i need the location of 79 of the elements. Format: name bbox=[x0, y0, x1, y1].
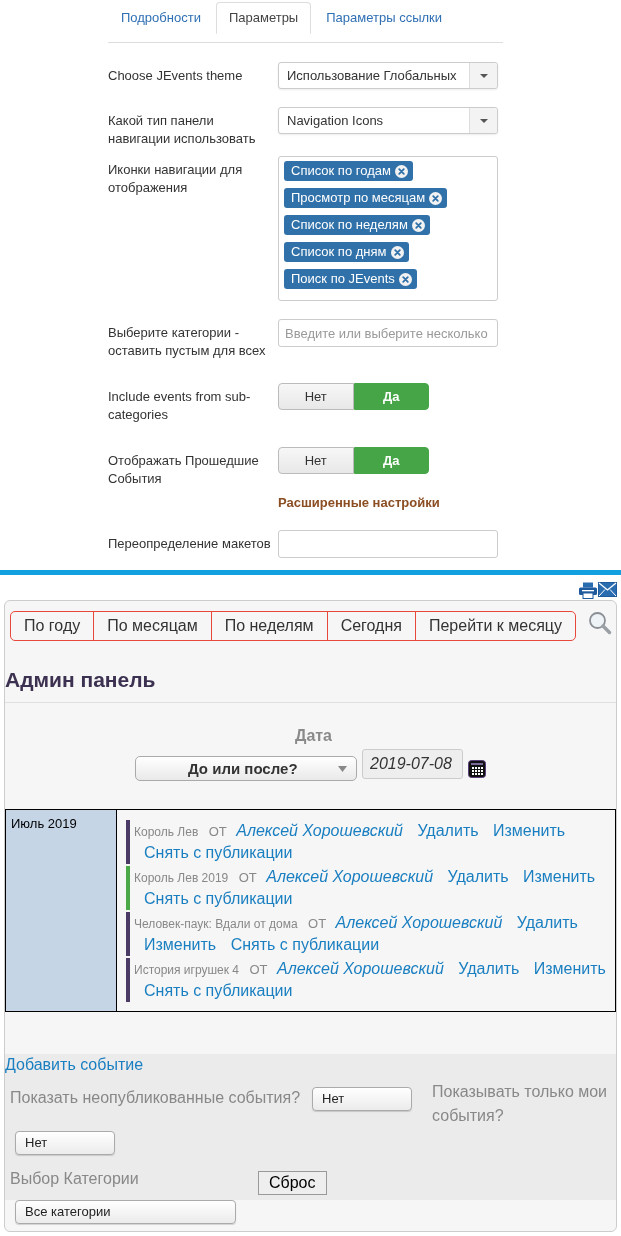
remove-icon[interactable] bbox=[398, 272, 412, 286]
tag-chip[interactable]: Просмотр по месяцам bbox=[284, 188, 448, 208]
filter-label: Выбор Категории bbox=[10, 1169, 140, 1189]
unpublish-link[interactable]: Снять с публикации bbox=[144, 844, 293, 861]
tab[interactable]: Параметры ссылки bbox=[313, 2, 455, 34]
event-title-link[interactable]: Король Лев 2019 bbox=[134, 871, 229, 885]
reset-button[interactable]: Сброс bbox=[258, 1171, 327, 1195]
date-input-field[interactable]: 2019-07-08 bbox=[362, 749, 463, 779]
remove-icon[interactable] bbox=[394, 164, 408, 178]
unpublish-link[interactable]: Снять с публикации bbox=[144, 890, 293, 907]
tag-chip[interactable]: Поиск по JEvents bbox=[284, 269, 417, 289]
delete-link[interactable]: Удалить bbox=[447, 868, 509, 885]
remove-icon[interactable] bbox=[429, 191, 443, 205]
filter-label: Показывать только мои события? bbox=[432, 1082, 609, 1126]
delete-link[interactable]: Удалить bbox=[417, 822, 479, 839]
nav-button[interactable]: Перейти к месяцу bbox=[414, 612, 575, 640]
toggle-option[interactable]: Нет bbox=[278, 447, 354, 474]
dropdown-select[interactable]: Navigation Icons bbox=[278, 107, 498, 134]
toggle-option[interactable]: Да bbox=[353, 383, 429, 410]
by-label: ОТ bbox=[249, 962, 268, 977]
dropdown-select[interactable]: Все категории bbox=[15, 1200, 236, 1224]
event-title-link[interactable]: Король Лев bbox=[134, 825, 199, 839]
field-label: Выберите категории - оставить пустым для всех bbox=[108, 324, 267, 360]
nav-button[interactable]: Сегодня bbox=[326, 612, 415, 640]
field-label: Иконки навигации для отображения bbox=[108, 161, 244, 197]
dropdown-select[interactable]: До или после? bbox=[135, 756, 357, 781]
edit-link[interactable]: Изменить bbox=[493, 822, 566, 839]
by-label: ОТ bbox=[208, 824, 227, 839]
dropdown-select[interactable]: Использование Глобальных bbox=[278, 62, 498, 89]
calendar-icon[interactable] bbox=[468, 760, 486, 778]
delete-link[interactable]: Удалить bbox=[458, 960, 520, 977]
date-label: Дата bbox=[295, 726, 332, 746]
field-label: Переопределение макетов bbox=[108, 535, 272, 553]
search-icon[interactable] bbox=[588, 611, 612, 635]
event-title-link[interactable]: Человек-паук: Вдали от дома bbox=[134, 917, 298, 931]
dropdown-select[interactable]: Нет bbox=[312, 1087, 413, 1111]
remove-icon[interactable] bbox=[390, 245, 404, 259]
unpublish-link[interactable]: Снять с публикации bbox=[144, 982, 293, 999]
tag-chip[interactable]: Список по неделям bbox=[284, 215, 430, 235]
nav-button[interactable]: По месяцам bbox=[93, 612, 211, 640]
nav-button[interactable]: По году bbox=[11, 612, 94, 640]
author-link[interactable]: Алексей Хорошевский bbox=[277, 960, 444, 977]
toggle-option[interactable]: Да bbox=[353, 447, 429, 474]
delete-link[interactable]: Удалить bbox=[516, 914, 578, 931]
field-label: Choose JEvents theme bbox=[108, 67, 244, 85]
by-label: ОТ bbox=[308, 916, 327, 931]
field-label: Include events from sub-categories bbox=[108, 388, 252, 424]
event-title-link[interactable]: История игрушек 4 bbox=[134, 963, 240, 977]
tag-chip[interactable]: Список по годам bbox=[284, 161, 413, 181]
author-link[interactable]: Алексей Хорошевский bbox=[266, 868, 434, 885]
toggle-option[interactable]: Нет bbox=[278, 383, 354, 410]
tag-input-field[interactable]: Список по годам Просмотр по месяцам Список по неделям Список по дням Поиск по JEvents bbox=[278, 156, 498, 301]
caret-icon bbox=[479, 118, 488, 123]
printer-icon[interactable] bbox=[578, 582, 598, 599]
unpublish-link[interactable]: Снять с публикации bbox=[230, 936, 380, 953]
tab[interactable]: Параметры bbox=[215, 2, 312, 34]
text-input-field[interactable] bbox=[278, 530, 498, 558]
text-input-field[interactable]: Введите или выберите несколько bbox=[278, 319, 498, 347]
section-heading: Расширенные настройки bbox=[278, 494, 440, 512]
tag-chip[interactable]: Список по дням bbox=[284, 242, 409, 262]
page-title: Админ панель bbox=[5, 667, 156, 693]
month-cell: Июль 2019 bbox=[6, 810, 117, 1011]
dropdown-select[interactable]: Нет bbox=[15, 1131, 115, 1155]
add-event-link[interactable]: Добавить событие bbox=[5, 1054, 144, 1076]
edit-link[interactable]: Изменить bbox=[533, 960, 606, 977]
tab[interactable]: Подробности bbox=[108, 2, 214, 34]
field-label: Какой тип панели навигации использовать bbox=[108, 112, 257, 148]
field-label: Отображать Прошедшие События bbox=[108, 452, 260, 488]
edit-link[interactable]: Изменить bbox=[144, 936, 217, 953]
envelope-icon[interactable] bbox=[598, 582, 617, 597]
remove-icon[interactable] bbox=[411, 218, 425, 232]
edit-link[interactable]: Изменить bbox=[523, 868, 596, 885]
author-link[interactable]: Алексей Хорошевский bbox=[236, 822, 403, 839]
nav-button[interactable]: По неделям bbox=[210, 612, 327, 640]
by-label: ОТ bbox=[238, 870, 257, 885]
author-link[interactable]: Алексей Хорошевский bbox=[335, 914, 503, 931]
filter-label: Показать неопубликованные события? bbox=[10, 1088, 301, 1108]
caret-icon bbox=[479, 73, 488, 78]
caret-icon bbox=[338, 765, 347, 772]
